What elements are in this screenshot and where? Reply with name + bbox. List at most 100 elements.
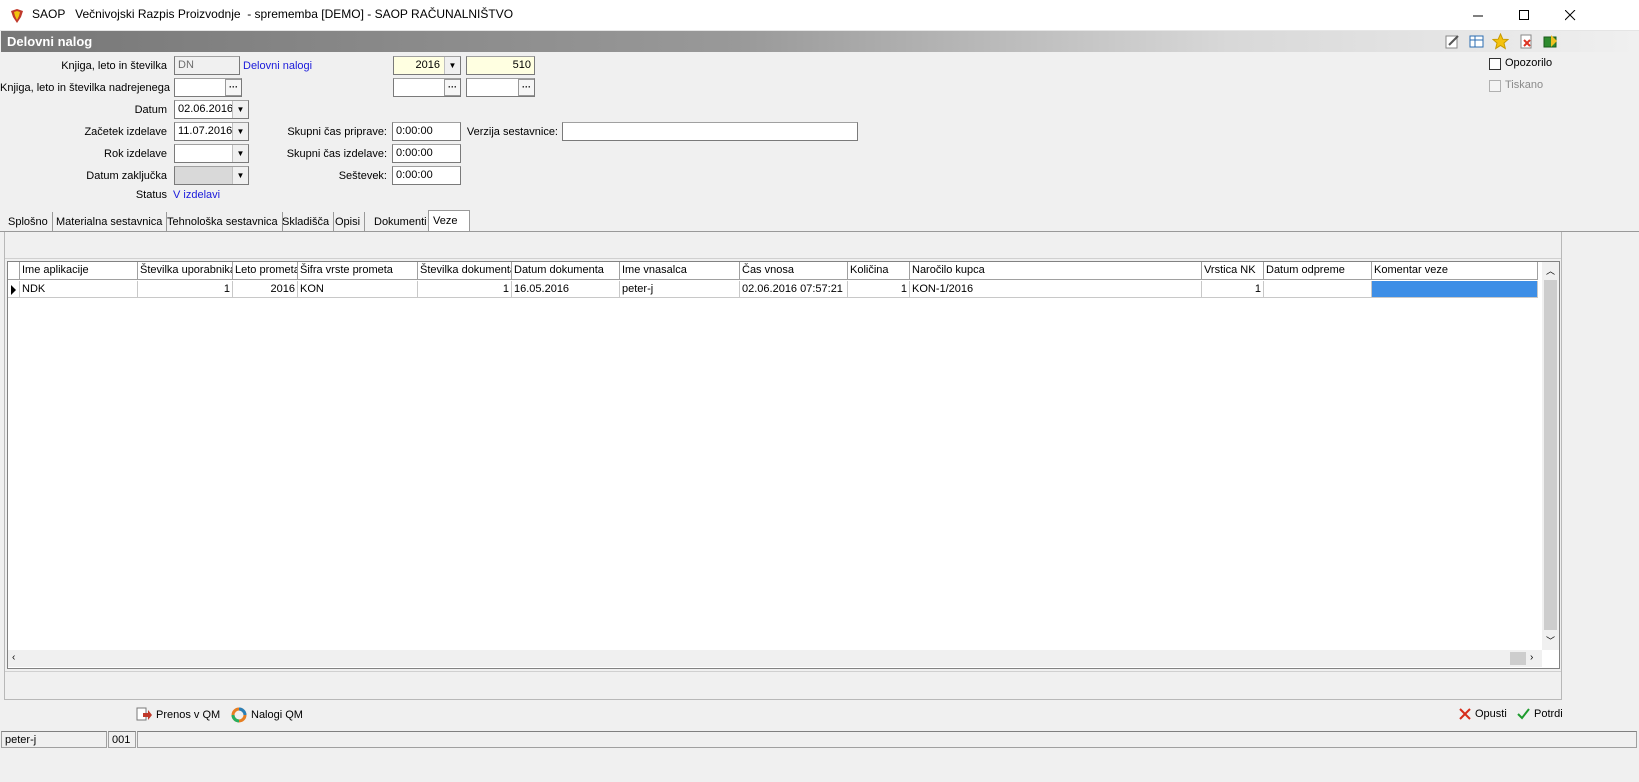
scroll-right-icon[interactable]: › — [1530, 652, 1533, 663]
horizontal-scrollbar[interactable]: ‹ › — [8, 650, 1542, 667]
izdelava-field[interactable]: 0:00:00 — [392, 144, 461, 163]
verzija-field[interactable] — [562, 122, 858, 141]
cancel-x-icon — [1459, 708, 1471, 720]
tab-materialna-sestavnica[interactable]: Materialna sestavnica — [52, 212, 168, 232]
tab-splosno[interactable]: Splošno — [4, 212, 53, 232]
tab-opisi[interactable]: Opisi — [331, 212, 366, 232]
vertical-scroll-thumb[interactable] — [1544, 280, 1557, 630]
delete-document-icon[interactable] — [1518, 33, 1535, 50]
datum-field[interactable]: 02.06.2016 ▼ — [174, 100, 249, 119]
table-cell[interactable]: 1 — [848, 281, 910, 298]
selected-table-cell[interactable] — [1372, 281, 1538, 298]
table-cell[interactable]: NDK — [20, 281, 138, 298]
tab-tehnoloska-sestavnica[interactable]: Tehnološka sestavnica — [163, 212, 283, 232]
vertical-scrollbar[interactable]: ︿ ﹀ — [1542, 262, 1559, 650]
zacetek-dropdown-button[interactable]: ▼ — [232, 123, 248, 140]
rok-dropdown-button[interactable]: ▼ — [232, 145, 248, 162]
nadrejen-knjiga-browse-button[interactable]: ··· — [225, 79, 241, 96]
tab-dokumenti[interactable]: Dokumenti — [370, 212, 431, 232]
zakljucek-label: Datum zaključka — [86, 170, 167, 182]
sestevek-label: Seštevek: — [338, 170, 387, 182]
table-cell[interactable]: 1 — [418, 281, 512, 298]
close-icon — [1564, 10, 1575, 21]
column-header[interactable]: Datum dokumenta — [512, 262, 620, 280]
nadrejen-stevilka-field[interactable]: ··· — [466, 78, 535, 97]
table-cell[interactable]: KON-1/2016 — [910, 281, 1202, 298]
leto-dropdown-button[interactable]: ▼ — [444, 57, 460, 74]
current-row-arrow-icon — [11, 285, 16, 295]
zacetek-label: Začetek izdelave — [84, 126, 167, 138]
table-cell[interactable]: 16.05.2016 — [512, 281, 620, 298]
maximize-button[interactable] — [1501, 0, 1547, 31]
zakljucek-dropdown-button: ▼ — [232, 167, 248, 184]
column-header[interactable]: Vrstica NK — [1202, 262, 1264, 280]
izdelava-label: Skupni čas izdelave: — [286, 148, 387, 160]
chevron-down-icon: ▼ — [236, 149, 245, 158]
column-header[interactable]: Ime aplikacije — [20, 262, 138, 280]
table-view-icon[interactable] — [1468, 33, 1485, 50]
tiskano-label: Tiskano — [1505, 79, 1544, 91]
close-window-button[interactable] — [1547, 0, 1593, 31]
column-header[interactable]: Komentar veze — [1372, 262, 1538, 280]
zakljucek-field: ▼ — [174, 166, 249, 185]
leto-field[interactable]: 2016 ▼ — [393, 56, 461, 75]
rok-field[interactable]: ▼ — [174, 144, 249, 163]
edit-note-icon[interactable] — [1444, 33, 1461, 50]
table-cell[interactable]: peter-j — [620, 281, 740, 298]
datum-dropdown-button[interactable]: ▼ — [232, 101, 248, 118]
scroll-up-icon[interactable]: ︿ — [1546, 264, 1555, 277]
tab-veze[interactable]: Veze — [428, 210, 470, 231]
column-header[interactable]: Naročilo kupca — [910, 262, 1202, 280]
scroll-left-icon[interactable]: ‹ — [12, 652, 15, 663]
nadrejen-stevilka-browse-button[interactable]: ··· — [518, 79, 534, 96]
row-indicator[interactable] — [8, 281, 20, 298]
table-cell[interactable]: 1 — [1202, 281, 1264, 298]
zacetek-field[interactable]: 11.07.2016 ▼ — [174, 122, 249, 141]
delovni-nalogi-link[interactable]: Delovni nalogi — [243, 60, 312, 72]
nadrejen-leto-field[interactable]: ··· — [393, 78, 461, 97]
status-user: peter-j — [1, 731, 107, 748]
sestevek-field[interactable]: 0:00:00 — [392, 166, 461, 185]
nalogi-qm-button[interactable]: Nalogi QM — [231, 707, 303, 723]
table-cell[interactable]: 02.06.2016 07:57:21 — [740, 281, 848, 298]
horizontal-scroll-thumb[interactable] — [1510, 652, 1526, 665]
chevron-down-icon: ▼ — [236, 105, 245, 114]
knjiga-field[interactable]: DN — [174, 56, 240, 75]
favorite-star-icon[interactable] — [1492, 33, 1509, 50]
column-header[interactable]: Šifra vrste prometa — [298, 262, 418, 280]
datum-value: 02.06.2016 — [178, 103, 234, 115]
opusti-button[interactable]: Opusti — [1459, 708, 1507, 720]
opozorilo-checkbox[interactable] — [1489, 58, 1501, 70]
column-header[interactable]: Številka uporabnika — [138, 262, 233, 280]
table-cell[interactable] — [1264, 281, 1372, 298]
minimize-icon — [1472, 15, 1483, 17]
column-header[interactable]: Količina — [848, 262, 910, 280]
grid-footer-area — [5, 671, 1561, 697]
potrdi-button[interactable]: Potrdi — [1517, 708, 1563, 720]
priprava-field[interactable]: 0:00:00 — [392, 122, 461, 141]
nadrejen-knjiga-field[interactable]: ··· — [174, 78, 242, 97]
table-cell[interactable]: 1 — [138, 281, 233, 298]
veze-grid[interactable]: Ime aplikacije Številka uporabnika Leto … — [7, 261, 1560, 669]
nadrejen-leto-browse-button[interactable]: ··· — [444, 79, 460, 96]
column-header[interactable]: Ime vnasalca — [620, 262, 740, 280]
confirm-check-icon — [1517, 708, 1530, 720]
column-header[interactable]: Številka dokumenta — [418, 262, 512, 280]
exit-book-icon[interactable] — [1542, 33, 1559, 50]
column-header[interactable]: Čas vnosa — [740, 262, 848, 280]
table-cell[interactable]: KON — [298, 281, 418, 298]
minimize-button[interactable] — [1455, 0, 1501, 31]
tiskano-checkbox — [1489, 80, 1501, 92]
chevron-down-icon: ▼ — [236, 127, 245, 136]
transfer-document-icon — [136, 707, 152, 721]
column-header[interactable]: Datum odpreme — [1264, 262, 1372, 280]
zacetek-value: 11.07.2016 — [178, 125, 233, 137]
prenos-v-qm-button[interactable]: Prenos v QM — [136, 707, 220, 723]
rok-label: Rok izdelave — [104, 148, 167, 160]
scroll-down-icon[interactable]: ﹀ — [1546, 634, 1555, 647]
tab-skladisca[interactable]: Skladišča — [278, 212, 335, 232]
table-cell[interactable]: 2016 — [233, 281, 298, 298]
stevilka-field[interactable]: 510 — [466, 56, 535, 75]
column-header[interactable]: Leto prometa — [233, 262, 298, 280]
chevron-down-icon: ▼ — [236, 171, 245, 180]
